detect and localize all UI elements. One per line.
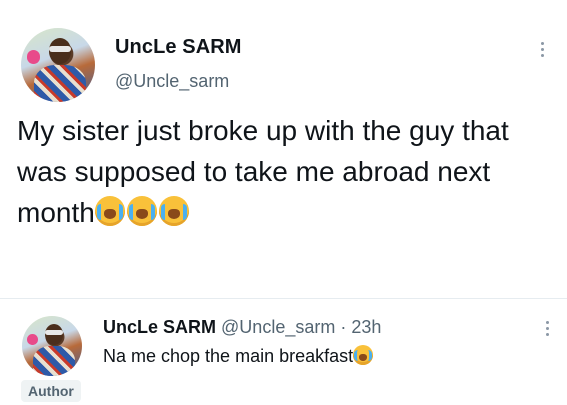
tweet-body: My sister just broke up with the guy tha… [17,115,509,228]
more-vertical-icon[interactable] [539,42,545,57]
reply-text: Na me chop the main breakfast [103,345,375,367]
loudly-crying-face-icon [353,345,374,365]
separator: · [340,317,347,337]
author-name[interactable]: UncLe SARM [103,317,216,337]
author-handle[interactable]: @Uncle_sarm [115,71,229,92]
author-badge: Author [21,380,81,402]
author-name[interactable]: UncLe SARM [115,36,242,59]
loudly-crying-face-icon [126,196,157,226]
avatar[interactable] [22,316,82,376]
reply-header: UncLe SARM @Uncle_sarm · 23h [103,317,381,338]
divider [0,298,567,299]
loudly-crying-face-icon [158,196,189,226]
loudly-crying-face-icon [94,196,125,226]
avatar[interactable] [21,28,95,102]
more-vertical-icon[interactable] [544,321,550,336]
author-handle[interactable]: @Uncle_sarm [221,317,335,337]
timestamp[interactable]: 23h [351,317,381,337]
tweet-text: My sister just broke up with the guy tha… [17,110,562,233]
emoji-group [94,196,191,228]
reply-body: Na me chop the main breakfast [103,346,354,366]
